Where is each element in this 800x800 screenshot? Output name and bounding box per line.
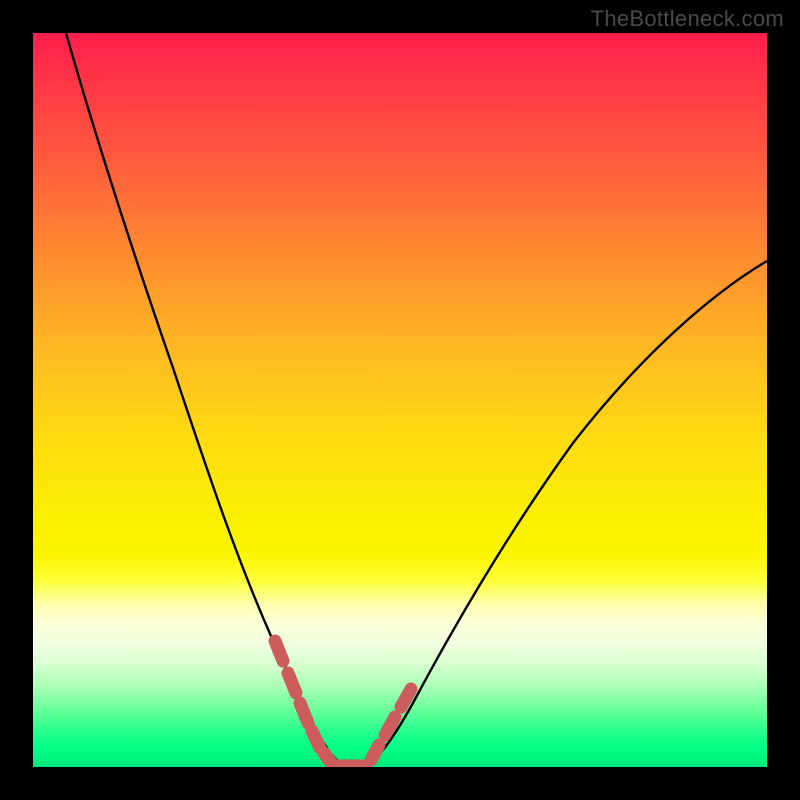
bottleneck-curve: [66, 33, 767, 766]
curve-layer: [33, 33, 767, 767]
plot-area: [33, 33, 767, 767]
fit-range-markers: [275, 641, 411, 766]
watermark-text: TheBottleneck.com: [591, 6, 784, 32]
chart-frame: TheBottleneck.com: [0, 0, 800, 800]
